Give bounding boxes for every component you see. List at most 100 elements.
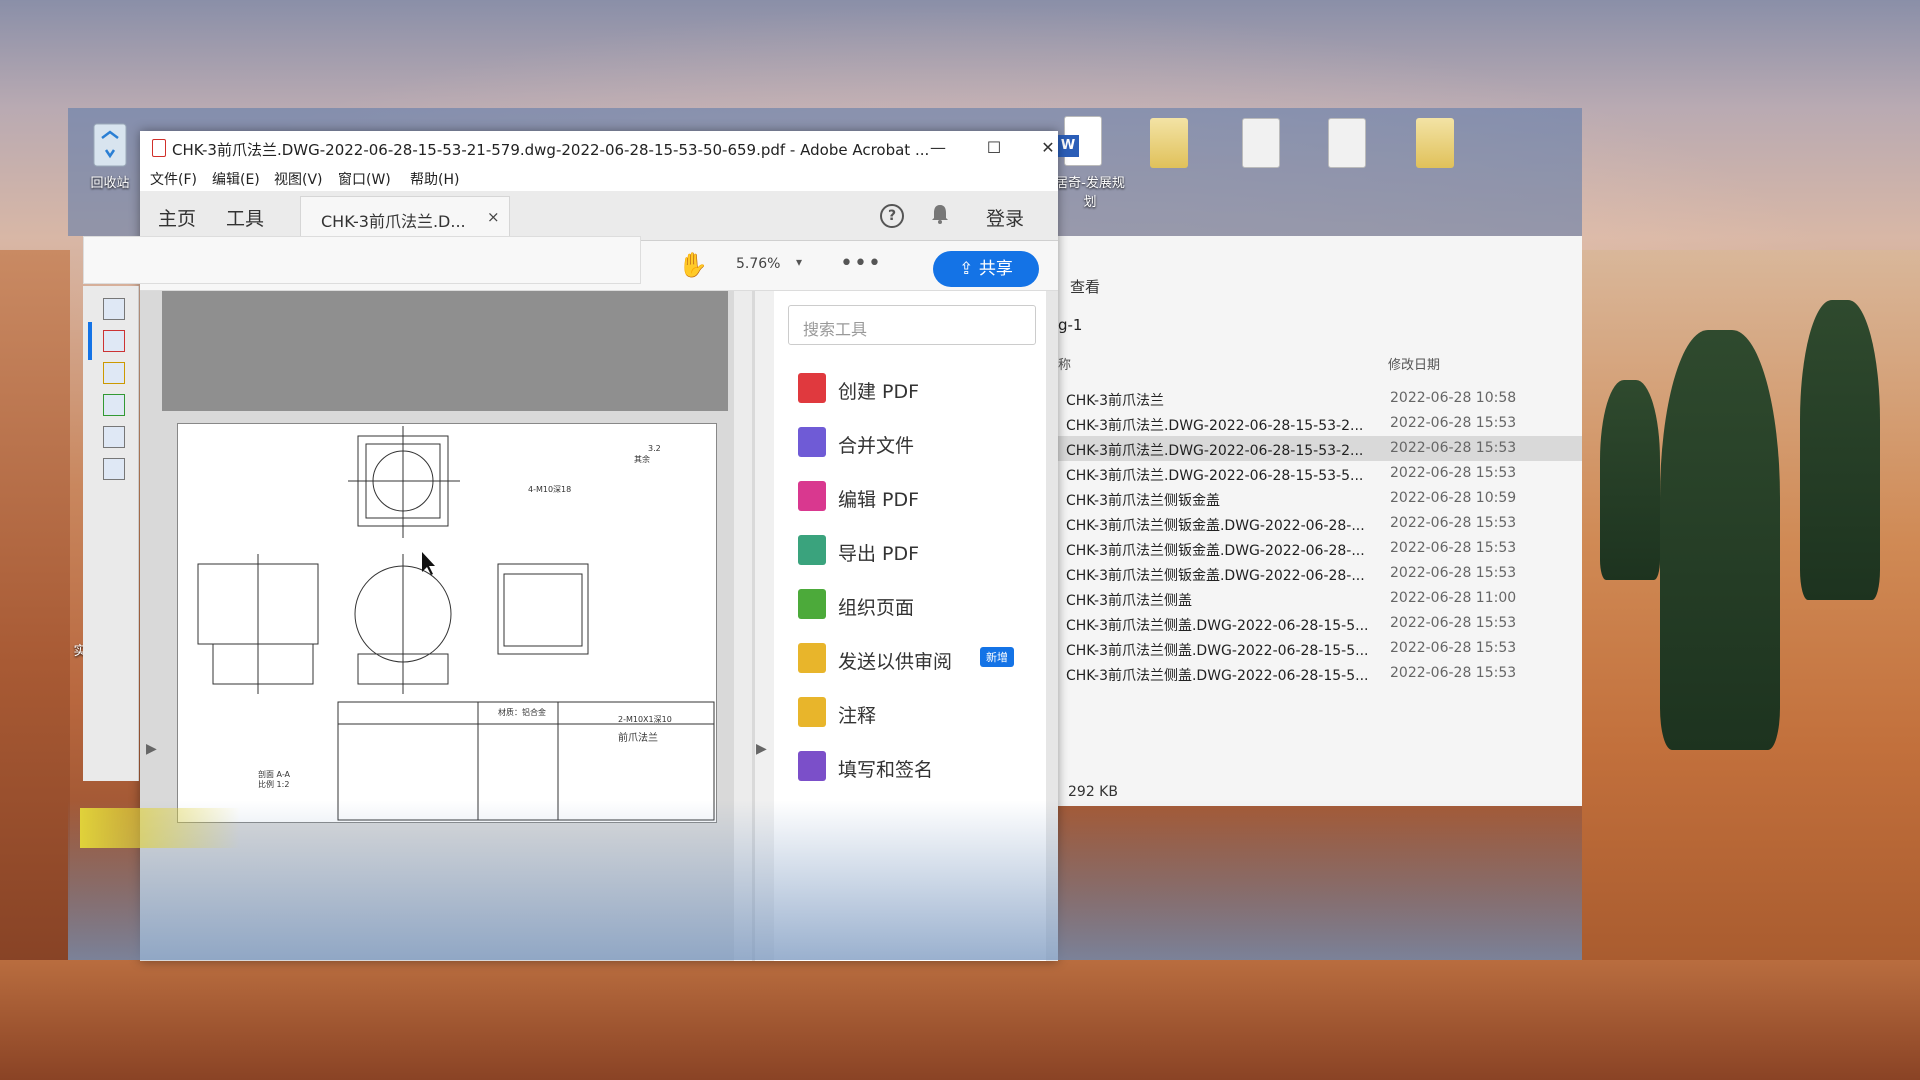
column-header-name[interactable]: 称 [1058,354,1071,373]
menu-file[interactable]: 文件(F) [150,169,197,189]
folder-icon[interactable] [1150,118,1188,168]
pdf-page-drawing[interactable]: 4-M10深18 3.2 其余 2-M10X1深10 剖面 A-A 比例 1:2… [177,423,717,823]
document-icon[interactable] [1242,118,1280,168]
tool-item[interactable]: 合并文件 [798,423,1038,463]
tool-label: 注释 [838,705,877,727]
tool-item[interactable]: 编辑 PDF [798,477,1038,517]
drawing-title: 前爪法兰 [618,733,658,744]
help-icon[interactable]: ? [880,204,904,228]
tool-item[interactable]: 导出 PDF [798,531,1038,571]
tool-item[interactable]: 发送以供审阅 新增 [798,639,1038,679]
menu-view[interactable]: 视图(V) [274,169,323,189]
thumbnail-icon[interactable] [103,298,125,320]
tool-icon [798,589,826,619]
tab-document[interactable]: CHK-3前爪法兰.D... × [300,196,510,241]
tool-label: 导出 PDF [838,543,920,565]
tool-label: 编辑 PDF [838,489,920,511]
tab-tools[interactable]: 工具 [226,204,264,231]
word-document-icon[interactable]: W [1057,116,1102,166]
tool-label: 创建 PDF [838,381,920,403]
zoom-level[interactable]: 5.76% [736,256,780,272]
tab-home[interactable]: 主页 [158,204,196,231]
drawing-roughness: 3.2 [648,444,661,453]
file-name: CHK-3前爪法兰侧钣金盖.DWG-2022-06-28-... [1066,543,1365,559]
tool-item[interactable]: 注释 [798,693,1038,733]
drawing-rest-label: 其余 [634,455,650,464]
login-button[interactable]: 登录 [986,204,1024,231]
file-list-item[interactable]: CHK-3前爪法兰侧钣金盖.DWG-2022-06-28-... 2022-06-… [1058,511,1582,536]
file-name: CHK-3前爪法兰侧钣金盖.DWG-2022-06-28-... [1066,518,1365,534]
file-date: 2022-06-28 15:53 [1390,565,1517,581]
file-list-item[interactable]: CHK-3前爪法兰侧盖.DWG-2022-06-28-15-5... 2022-0… [1058,636,1582,661]
thumbnail-icon[interactable] [103,426,125,448]
file-name: CHK-3前爪法兰侧钣金盖 [1066,493,1220,509]
file-list-item[interactable]: CHK-3前爪法兰 2022-06-28 10:58 [1058,386,1582,411]
drawing-scale: 比例 1:2 [258,780,290,789]
file-list-item[interactable]: CHK-3前爪法兰侧盖.DWG-2022-06-28-15-5... 2022-0… [1058,611,1582,636]
tool-icon [798,535,826,565]
window-title: CHK-3前爪法兰.DWG-2022-06-28-15-53-21-579.dw… [172,141,930,159]
explorer-view-menu[interactable]: 查看 [1070,276,1100,297]
recycle-bin-icon[interactable] [88,116,132,172]
share-button[interactable]: ⇪ 共享 [933,251,1039,287]
file-date: 2022-06-28 15:53 [1390,465,1517,481]
thumbnail-icon[interactable] [103,362,125,384]
pdf-file-icon [152,139,166,157]
close-button[interactable]: ✕ [1028,135,1068,161]
file-name: CHK-3前爪法兰.DWG-2022-06-28-15-53-5... [1066,468,1364,484]
file-list-item[interactable]: CHK-3前爪法兰.DWG-2022-06-28-15-53-2... 2022-… [1058,436,1582,461]
tool-item[interactable]: 组织页面 [798,585,1038,625]
explorer-path[interactable]: g-1 [1058,316,1082,334]
file-date: 2022-06-28 15:53 [1390,615,1517,631]
tool-label: 发送以供审阅 [838,651,953,673]
file-list-item[interactable]: CHK-3前爪法兰侧盖 2022-06-28 11:00 [1058,586,1582,611]
tool-icon [798,427,826,457]
drawing-note: 4-M10深18 [528,485,572,494]
collapse-left-icon[interactable]: ▶ [146,741,157,757]
file-date: 2022-06-28 15:53 [1390,440,1517,456]
file-name: CHK-3前爪法兰侧盖.DWG-2022-06-28-15-5... [1066,668,1369,684]
folder-icon[interactable] [1416,118,1454,168]
file-explorer-window: 查看 g-1 称 修改日期 CHK-3前爪法兰 2022-06-28 10:58 C… [1058,236,1582,806]
drawing-note: 2-M10X1深10 [618,715,672,724]
tool-item[interactable]: 创建 PDF [798,369,1038,409]
chevron-down-icon[interactable]: ▾ [796,255,802,269]
file-date: 2022-06-28 10:58 [1390,390,1517,406]
tool-label: 合并文件 [838,435,915,457]
menu-window[interactable]: 窗口(W) [338,169,391,189]
drawing-material: 材质：铝合金 [498,708,546,717]
tab-close-icon[interactable]: × [487,208,500,226]
minimize-button[interactable]: — [918,135,958,161]
file-list-item[interactable]: CHK-3前爪法兰.DWG-2022-06-28-15-53-2... 2022-… [1058,411,1582,436]
document-icon[interactable] [1328,118,1366,168]
thumbnail-icon[interactable] [103,394,125,416]
thumbnail-icon[interactable] [103,330,125,352]
page-thumbnails-panel [83,286,139,781]
title-bar[interactable]: CHK-3前爪法兰.DWG-2022-06-28-15-53-21-579.dw… [140,131,1058,165]
floating-toolbar-panel [83,236,641,284]
tool-icon [798,751,826,781]
file-list-item[interactable]: CHK-3前爪法兰侧钣金盖.DWG-2022-06-28-... 2022-06-… [1058,536,1582,561]
maximize-button[interactable]: ☐ [974,135,1014,161]
menu-help[interactable]: 帮助(H) [410,169,459,189]
file-list-item[interactable]: CHK-3前爪法兰侧钣金盖.DWG-2022-06-28-... 2022-06-… [1058,561,1582,586]
bell-icon[interactable] [930,203,950,230]
tool-icon [798,373,826,403]
screen-fade [68,800,1582,960]
tools-search-input[interactable]: 搜索工具 [788,305,1036,345]
file-list-item[interactable]: CHK-3前爪法兰.DWG-2022-06-28-15-53-5... 2022-… [1058,461,1582,486]
more-options-icon[interactable]: ••• [840,251,882,276]
menu-bar: 文件(F) 编辑(E) 视图(V) 窗口(W) 帮助(H) [140,165,1058,191]
tool-label: 组织页面 [838,597,915,619]
file-name: CHK-3前爪法兰侧钣金盖.DWG-2022-06-28-... [1066,568,1365,584]
menu-edit[interactable]: 编辑(E) [212,169,260,189]
hand-tool-icon[interactable]: ✋ [678,251,708,279]
column-header-date[interactable]: 修改日期 [1388,354,1440,373]
file-list-item[interactable]: CHK-3前爪法兰侧盖.DWG-2022-06-28-15-5... 2022-0… [1058,661,1582,686]
tool-item[interactable]: 填写和签名 [798,747,1038,787]
file-list-item[interactable]: CHK-3前爪法兰侧钣金盖 2022-06-28 10:59 [1058,486,1582,511]
thumbnail-icon[interactable] [103,458,125,480]
file-date: 2022-06-28 15:53 [1390,540,1517,556]
expand-tools-icon[interactable]: ▶ [756,741,767,757]
tab-document-label: CHK-3前爪法兰.D... [321,212,466,231]
